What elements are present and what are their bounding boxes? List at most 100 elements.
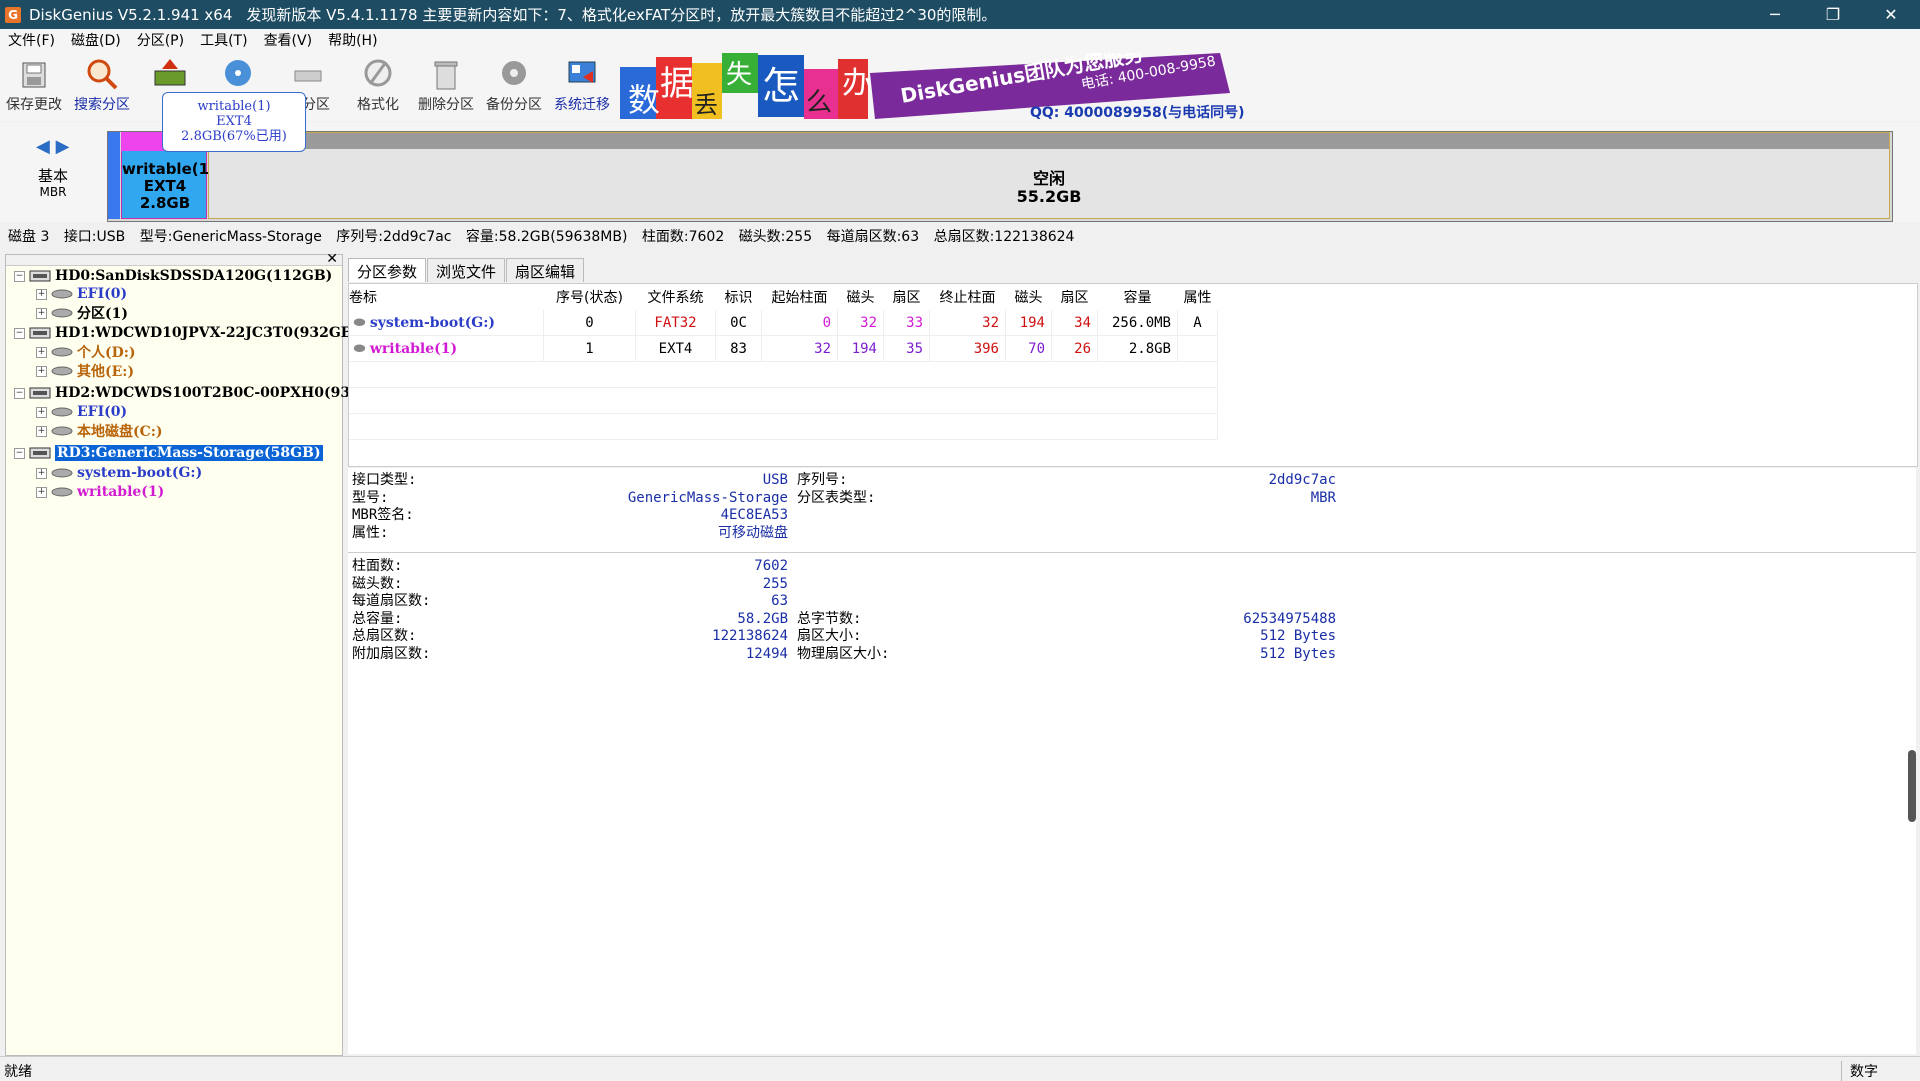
tree-disk-node[interactable]: − HD1:WDCWD10JPVX-22JC3T0(932GB) [14, 324, 359, 342]
expand-toggle-icon[interactable]: + [36, 346, 47, 358]
tab-partition-params[interactable]: 分区参数 [348, 258, 427, 282]
tab-browse-files[interactable]: 浏览文件 [427, 258, 506, 282]
disk-type-mbr: MBR [39, 185, 67, 199]
restore-button[interactable]: ❐ [1804, 0, 1862, 29]
system-migration-button[interactable]: 系统迁移 [550, 57, 614, 119]
col-end-sector[interactable]: 扇区 [1052, 284, 1098, 310]
row-filesystem: EXT4 [635, 335, 716, 362]
tree-partition-node[interactable]: + 个人(D:) [36, 343, 136, 361]
row-start-sector: 35 [883, 335, 930, 362]
tree-node-label: HD0:SanDiskSDSSDA120G(112GB) [55, 268, 333, 284]
mbr-signature-value: 4EC8EA53 [720, 507, 788, 523]
advertisement-banner[interactable]: 数 据 丢 失 怎 么 办 DiskGenius团队为您服务 电话: 400-0… [620, 53, 1245, 121]
expand-toggle-icon[interactable]: + [36, 365, 47, 377]
col-end-cyl[interactable]: 终止柱面 [930, 284, 1006, 310]
expand-toggle-icon[interactable]: + [36, 425, 47, 437]
partition-icon: ⬬ [349, 340, 370, 357]
table-row[interactable]: ⬬ writable(1) 1 EXT4 83 32 194 35 396 70… [349, 335, 1218, 362]
tab-sector-edit[interactable]: 扇区编辑 [506, 258, 585, 282]
close-icon[interactable]: ✕ [326, 251, 338, 267]
tree-disk-node[interactable]: − RD3:GenericMass-Storage(58GB) [14, 444, 323, 462]
menu-help[interactable]: 帮助(H) [320, 30, 385, 50]
partition-icon [51, 347, 73, 357]
free-space-label: 空闲 [1032, 169, 1065, 188]
tree-partition-node[interactable]: + system-boot(G:) [36, 464, 202, 482]
expand-toggle-icon[interactable]: + [36, 486, 47, 498]
row-end-head: 70 [1005, 335, 1052, 362]
tree-disk-node[interactable]: − HD0:SanDiskSDSSDA120G(112GB) [14, 267, 332, 285]
col-filesystem[interactable]: 文件系统 [636, 284, 716, 310]
banner-char-4: 失 [726, 60, 752, 90]
scrollbar-thumb[interactable] [1908, 750, 1916, 822]
window-title: DiskGenius V5.2.1.941 x64 [29, 5, 233, 24]
menu-view[interactable]: 查看(V) [256, 30, 321, 50]
tree-partition-node[interactable]: + 分区(1) [36, 304, 128, 322]
disk-nav-arrows[interactable]: ◀ ▶ [36, 136, 69, 157]
serial-label: 序列号: [797, 472, 848, 488]
col-start-head[interactable]: 磁头 [838, 284, 884, 310]
tree-partition-node[interactable]: + 本地磁盘(C:) [36, 422, 163, 440]
expand-toggle-icon[interactable]: − [14, 270, 25, 282]
migration-icon [568, 61, 596, 83]
segment-system-boot[interactable] [108, 132, 120, 219]
tree-node-label: HD2:WDCWDS100T2B0C-00PXH0(932GB) [55, 385, 391, 401]
col-seq[interactable]: 序号(状态) [544, 284, 636, 310]
tree-node-label: system-boot(G:) [77, 465, 203, 481]
col-start-cyl[interactable]: 起始柱面 [762, 284, 838, 310]
format-button[interactable]: 格式化 [346, 57, 410, 119]
expand-toggle-icon[interactable]: + [36, 307, 47, 319]
close-button[interactable]: ✕ [1862, 0, 1920, 29]
row-id: 83 [715, 335, 762, 362]
table-row[interactable]: ⬬ system-boot(G:) 0 FAT32 0C 0 32 33 32 … [349, 310, 1218, 336]
expand-toggle-icon[interactable]: + [36, 406, 47, 418]
minimize-button[interactable]: ─ [1746, 0, 1804, 29]
save-changes-button[interactable]: 保存更改 [2, 57, 66, 119]
tab-bar: 分区参数 浏览文件 扇区编辑 [348, 258, 585, 282]
model-label: 型号: [352, 489, 389, 506]
row-capacity: 256.0MB [1097, 310, 1178, 336]
menu-tools[interactable]: 工具(T) [192, 30, 255, 50]
tree-partition-node[interactable]: + writable(1) [36, 483, 164, 501]
format-icon [364, 59, 392, 87]
backup-partition-button[interactable]: 备份分区 [482, 57, 546, 119]
tree-partition-node[interactable]: + EFI(0) [36, 285, 127, 303]
backup-icon [502, 61, 526, 85]
col-end-head[interactable]: 磁头 [1006, 284, 1052, 310]
search-partition-button[interactable]: 搜索分区 [70, 57, 134, 119]
expand-toggle-icon[interactable]: + [36, 288, 47, 300]
tree-partition-node[interactable]: + EFI(0) [36, 403, 127, 421]
delete-partition-button[interactable]: 删除分区 [414, 57, 478, 119]
expand-toggle-icon[interactable]: + [36, 467, 47, 479]
status-text: 就绪 [4, 1064, 32, 1080]
row-end-head: 194 [1005, 310, 1052, 336]
col-capacity[interactable]: 容量 [1098, 284, 1178, 310]
expand-toggle-icon[interactable]: − [14, 447, 25, 459]
row-start-head: 32 [837, 310, 884, 336]
menu-file[interactable]: 文件(F) [0, 30, 63, 50]
tree-partition-node[interactable]: + 其他(E:) [36, 362, 134, 380]
disk-model: 型号:GenericMass-Storage [139, 229, 322, 245]
disk-type-basic: 基本 [37, 167, 68, 185]
magnifier-icon [87, 59, 118, 90]
segment-writable-size: 2.8GB [139, 194, 191, 212]
partition-icon [51, 366, 73, 376]
tree-disk-node[interactable]: − HD2:WDCWDS100T2B0C-00PXH0(932GB) [14, 384, 390, 402]
expand-toggle-icon[interactable]: − [14, 387, 25, 399]
menu-partition[interactable]: 分区(P) [129, 30, 192, 50]
banner-char-2: 据 [660, 64, 694, 104]
col-id[interactable]: 标识 [716, 284, 762, 310]
serial-value: 2dd9c7ac [1268, 472, 1336, 488]
col-start-sector[interactable]: 扇区 [884, 284, 930, 310]
extra-sectors-label: 附加扇区数: [352, 645, 431, 662]
sector-size-label: 扇区大小: [797, 628, 862, 644]
row-end-cyl: 396 [929, 335, 1006, 362]
expand-toggle-icon[interactable]: − [14, 327, 25, 339]
table-row [349, 413, 1218, 440]
row-start-head: 194 [837, 335, 884, 362]
disk-cylinders: 柱面数:7602 [641, 229, 725, 245]
col-attribute[interactable]: 属性 [1178, 284, 1218, 310]
menu-disk[interactable]: 磁盘(D) [63, 30, 129, 50]
tooltip-name: writable(1) [197, 99, 271, 114]
col-volume-label[interactable]: 卷标 [349, 284, 544, 310]
update-notice[interactable]: 发现新版本 V5.4.1.1178 主要更新内容如下：7、格式化exFAT分区时… [246, 4, 996, 25]
